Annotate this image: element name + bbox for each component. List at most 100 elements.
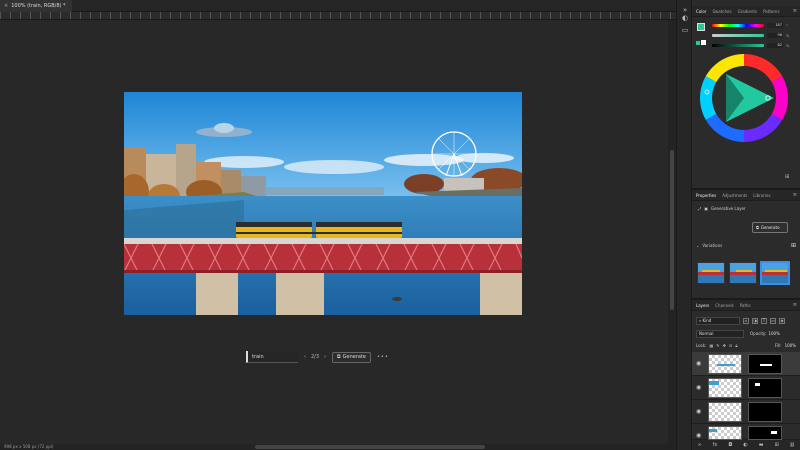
color-panel-icon[interactable]: ◐ <box>681 14 689 22</box>
properties-generate-label: Generate <box>760 225 780 230</box>
lock-row: Lock: ▦ ✎ ✥ ⊡ 🔒︎ Fill: 100% <box>696 341 796 350</box>
lock-image-icon[interactable]: ✎ <box>716 343 719 348</box>
eye-icon[interactable]: ◉ <box>696 360 701 367</box>
document-tab-bar: × 100% (train, RGB/8) * <box>0 0 690 12</box>
saturation-slider[interactable]: 96 % <box>712 33 789 38</box>
hue-slider[interactable]: 187 ° <box>712 23 788 28</box>
layer-row[interactable]: ◉ <box>692 424 800 440</box>
contextual-task-bar: train ‹ 2/3 › ⧉ Generate ••• <box>246 350 396 364</box>
panel-dock-toolbar: » ◐ ▭ <box>676 0 692 450</box>
eye-icon[interactable]: ◉ <box>696 432 701 439</box>
tab-layers[interactable]: Layers <box>696 303 709 308</box>
tab-libraries[interactable]: Libraries <box>753 193 770 198</box>
generate-button[interactable]: ⧉ Generate <box>332 351 371 363</box>
panel-menu-icon[interactable]: ≡ <box>793 192 797 198</box>
layer-row[interactable]: ◉ <box>692 352 800 376</box>
hue-unit: ° <box>786 23 788 28</box>
brightness-slider[interactable]: 82 % <box>712 43 789 48</box>
next-variation-button[interactable]: › <box>324 354 326 360</box>
prompt-input[interactable]: train <box>246 351 298 363</box>
tab-color[interactable]: Color <box>696 9 706 14</box>
variation-thumbnail[interactable] <box>697 262 725 284</box>
trash-icon[interactable]: ▥ <box>790 442 795 448</box>
filter-shape-icon[interactable]: ▭ <box>770 317 776 324</box>
tab-properties[interactable]: Properties <box>696 193 716 198</box>
layer-mask-thumbnail[interactable] <box>748 426 782 440</box>
lock-position-icon[interactable]: ✥ <box>723 343 726 348</box>
tab-paths[interactable]: Paths <box>740 303 751 308</box>
variations-header[interactable]: ⌄ Variations ⊞ <box>696 242 796 249</box>
lock-artboard-icon[interactable]: ⊡ <box>729 343 732 348</box>
panel-options-icon[interactable]: ⊞ <box>785 174 789 180</box>
default-colors-icon[interactable] <box>696 41 700 45</box>
variation-preview <box>730 263 756 283</box>
foreground-swatch[interactable] <box>697 23 705 31</box>
chevron-down-icon[interactable]: ⌄ <box>696 243 699 248</box>
blend-mode-select[interactable]: Normal <box>696 329 744 338</box>
saturation-unit: % <box>786 33 790 38</box>
tab-gradients[interactable]: Gradients <box>738 9 758 14</box>
adjustment-icon[interactable]: ◐ <box>743 442 747 448</box>
close-icon[interactable]: × <box>4 0 8 12</box>
layers-footer: ∞ fx ◘ ◐ ▬ ⊞ ▥ <box>692 440 800 450</box>
properties-panel-tabs: Properties Adjustments Libraries ≡ <box>692 190 800 201</box>
vertical-scroll-thumb[interactable] <box>670 150 674 310</box>
horizontal-ruler[interactable] <box>0 12 676 20</box>
layer-thumbnail <box>708 354 742 374</box>
link-icon[interactable]: ∞ <box>698 442 702 448</box>
layer-filter-select[interactable]: ⌕ Kind <box>696 316 740 325</box>
color-panel-tabs: Color Swatches Gradients Patterns ≡ <box>692 6 800 17</box>
tab-patterns[interactable]: Patterns <box>763 9 779 14</box>
tab-adjustments[interactable]: Adjustments <box>722 193 747 198</box>
filter-type-icon[interactable]: T <box>761 317 767 324</box>
lock-all-icon[interactable]: 🔒︎ <box>735 343 737 348</box>
fill-value[interactable]: 100% <box>785 343 796 348</box>
previous-variation-button[interactable]: ‹ <box>304 354 306 360</box>
layer-mask-thumbnail[interactable] <box>748 378 782 398</box>
background-swatch[interactable] <box>701 40 706 45</box>
grid-view-icon[interactable]: ⊞ <box>791 242 796 249</box>
filter-adjustment-icon[interactable]: ◑ <box>752 317 758 324</box>
collapse-icon[interactable]: » <box>681 6 689 14</box>
mask-icon[interactable]: ◘ <box>728 442 732 448</box>
hue-value[interactable]: 187 <box>767 23 783 28</box>
comments-icon[interactable]: ▭ <box>681 26 689 34</box>
folder-icon[interactable]: ▬ <box>759 442 764 448</box>
filter-pixel-icon[interactable]: ▫ <box>743 317 749 324</box>
layer-mask-thumbnail[interactable] <box>748 402 782 422</box>
variations-label: Variations <box>702 243 723 248</box>
variation-thumbnail[interactable] <box>729 262 757 284</box>
eye-icon[interactable]: ◉ <box>696 408 701 415</box>
document-image[interactable] <box>124 92 522 315</box>
lock-label: Lock: <box>696 343 707 348</box>
layer-row[interactable]: ◉ <box>692 400 800 424</box>
layer-filter-value: Kind <box>702 317 712 323</box>
new-layer-icon[interactable]: ⊞ <box>774 442 778 448</box>
tab-channels[interactable]: Channels <box>715 303 734 308</box>
document-tab[interactable]: × 100% (train, RGB/8) * <box>0 0 72 12</box>
fx-icon[interactable]: fx <box>713 442 718 448</box>
saturation-value[interactable]: 96 <box>767 33 783 38</box>
layer-mask-thumbnail[interactable] <box>748 354 782 374</box>
properties-generate-button[interactable]: ⧉ Generate <box>752 222 788 233</box>
fill-label: Fill: <box>774 343 782 348</box>
opacity-label: Opacity: <box>750 331 767 336</box>
panel-menu-icon[interactable]: ≡ <box>793 8 797 14</box>
vertical-scrollbar[interactable] <box>668 20 676 444</box>
brightness-value[interactable]: 82 <box>767 43 783 48</box>
color-wheel[interactable] <box>698 52 790 144</box>
generate-button-label: Generate <box>342 353 366 360</box>
eye-icon[interactable]: ◉ <box>696 384 701 391</box>
panel-menu-icon[interactable]: ≡ <box>793 302 797 308</box>
lock-transparent-icon[interactable]: ▦ <box>709 343 713 348</box>
tab-swatches[interactable]: Swatches <box>712 9 731 14</box>
variation-thumbnail-selected[interactable] <box>760 261 790 285</box>
layer-type-icon: ▣ <box>704 206 708 211</box>
more-options-icon[interactable]: ••• <box>377 354 389 360</box>
variation-navigator: ‹ 2/3 › <box>304 354 326 360</box>
layer-row[interactable]: ◉ <box>692 376 800 400</box>
layer-filter-row: ⌕ Kind ▫ ◑ T ▭ ◈ <box>696 316 796 325</box>
opacity-value[interactable]: 100% <box>768 331 779 336</box>
horizontal-scroll-thumb[interactable] <box>255 445 485 449</box>
filter-smart-icon[interactable]: ◈ <box>779 317 785 324</box>
